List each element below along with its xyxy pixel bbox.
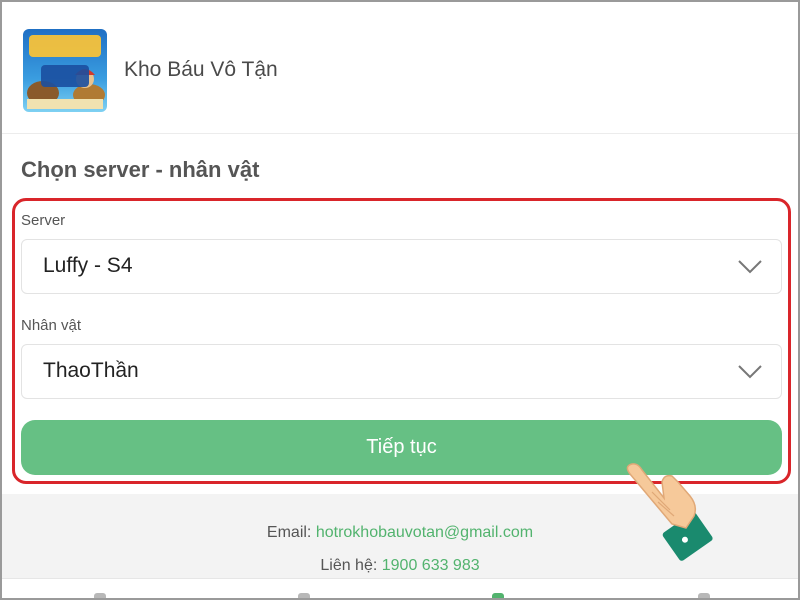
- app-header: Kho Báu Vô Tận: [2, 2, 798, 134]
- character-label: Nhân vật: [21, 317, 82, 334]
- chevron-down-icon: [738, 365, 762, 379]
- app-title: Kho Báu Vô Tận: [124, 58, 278, 81]
- server-select-value: Luffy - S4: [43, 254, 133, 277]
- nav-star-icon[interactable]: [298, 593, 310, 599]
- game-logo: [23, 29, 107, 112]
- phone-link[interactable]: 1900 633 983: [382, 557, 480, 574]
- pointing-hand-icon: [626, 463, 713, 561]
- bottom-nav: [2, 578, 798, 599]
- nav-home-icon[interactable]: [94, 593, 106, 599]
- nav-active-icon[interactable]: [492, 593, 504, 599]
- page-title: Chọn server - nhân vật: [21, 157, 260, 182]
- contact-label: Liên hệ:: [320, 557, 382, 574]
- email-link[interactable]: hotrokhobauvotan@gmail.com: [316, 524, 533, 541]
- nav-more-icon[interactable]: [698, 593, 710, 599]
- character-select[interactable]: ThaoThần: [21, 344, 782, 399]
- server-label: Server: [21, 212, 66, 229]
- email-label: Email:: [266, 524, 316, 541]
- character-select-value: ThaoThần: [43, 359, 139, 382]
- chevron-down-icon: [738, 260, 762, 274]
- server-select[interactable]: Luffy - S4: [21, 239, 782, 294]
